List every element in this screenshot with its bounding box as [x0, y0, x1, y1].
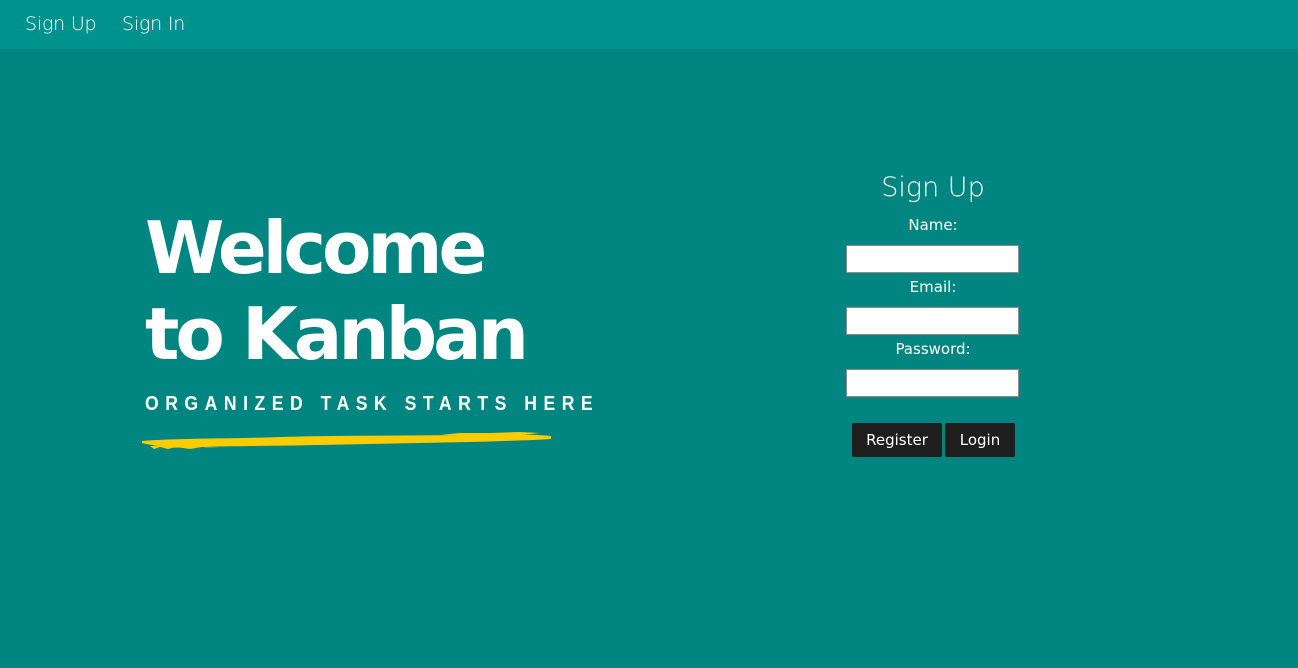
password-label: Password:	[895, 340, 971, 358]
hero-title-line-2: to Kanban	[145, 292, 529, 376]
brush-stroke-underline	[142, 432, 551, 449]
login-button[interactable]: Login	[945, 423, 1015, 457]
nav-link-sign-in[interactable]: Sign In	[122, 0, 185, 49]
name-input[interactable]	[846, 245, 1019, 273]
register-button[interactable]: Register	[852, 423, 942, 457]
hero-tagline: ORGANIZED TASK STARTS HERE	[145, 393, 600, 415]
hero-heading: Welcome to Kanban	[145, 205, 565, 377]
email-label: Email:	[909, 278, 957, 296]
form-title: Sign Up	[881, 172, 985, 203]
password-input[interactable]	[846, 369, 1019, 397]
top-navbar: Sign Up Sign In	[0, 0, 1298, 49]
name-label: Name:	[908, 216, 958, 234]
email-input[interactable]	[846, 307, 1019, 335]
hero-title-line-1: Welcome	[145, 206, 487, 290]
nav-link-sign-up[interactable]: Sign Up	[25, 0, 97, 49]
